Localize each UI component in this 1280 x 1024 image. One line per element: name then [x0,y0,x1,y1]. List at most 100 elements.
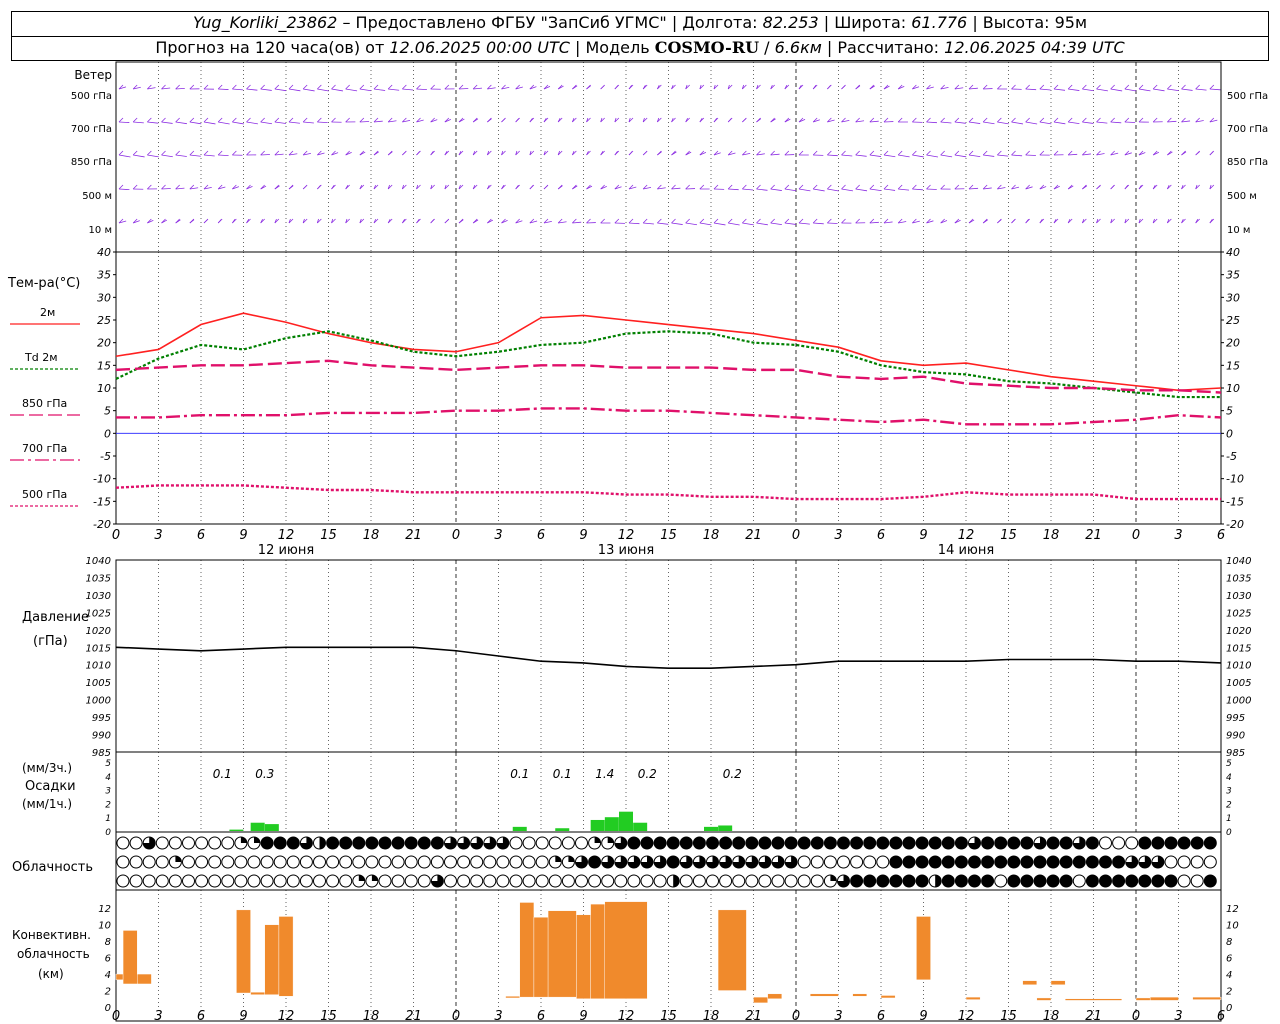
wind-barb-feather [657,150,662,156]
hour-tick: 0 [112,528,120,543]
conv-bar [1064,998,1123,1001]
hour-tick: 18 [363,528,380,543]
conv-bar [965,996,981,1000]
wind-barb-feather [756,184,761,190]
temp-title: Тем-ра(°C) [7,276,80,291]
cloud-cell [994,855,1008,869]
cloud-cell [968,874,981,888]
cloud-cell [692,836,706,850]
wind-barb-feather [671,218,676,224]
cloud-cell [850,874,864,888]
wind-barb-feather [756,117,761,123]
hour-tick-bottom: 3 [1174,1009,1182,1024]
cloud-cell [339,855,353,869]
cloud-cell [810,836,824,850]
wind-barb-feather [1096,117,1101,123]
cloud-cell [706,836,719,850]
wind-barb [997,154,1009,157]
wind-barb [1082,88,1094,92]
temp-tick-left: 25 [97,314,111,327]
temp-tick-right: -20 [1226,518,1244,531]
precip-bar [229,829,244,831]
conv-tick-left: 2 [105,987,111,998]
cloud-cell [299,855,313,869]
temp-series-0 [115,312,1222,392]
cloud-cell [1007,836,1021,850]
cloud-cell [588,855,602,869]
wind-barb [855,154,867,157]
hour-tick: 15 [320,528,337,543]
cloud-cell [509,836,523,850]
wind-barb-feather [317,117,322,123]
cloud-cell [142,874,156,888]
wind-barb [1096,88,1108,92]
wind-barb-feather [1039,117,1045,123]
precip-bar [619,811,633,831]
cloud-cell [470,874,484,888]
cloud-cell [601,874,615,888]
cloud-cell [155,855,169,869]
pres-tick-left: 1000 [86,696,111,707]
precip-label: 0.2 [723,767,742,781]
hour-tick: 3 [154,528,162,543]
wind-barb [1082,121,1094,124]
wind-barb-feather [288,84,294,90]
cloud-cell [1059,855,1073,869]
wind-barb-feather [1096,84,1101,90]
cloud-cell [168,874,182,888]
wind-barb-feather [515,184,520,190]
wind-barb [742,222,754,226]
wind-barb [1053,88,1066,91]
cloud-cell-fill [358,875,365,881]
hour-tick-bottom: 18 [703,1009,720,1024]
cloud-cell [260,874,274,888]
cloud-cell [142,855,156,869]
cloud-cell-fill [240,837,247,843]
cloud-cell [391,836,405,850]
hour-tick: 3 [834,528,842,543]
wind-barb-feather [246,150,251,156]
cloud-cell [666,855,680,869]
wind-barb-feather [827,150,832,156]
wind-barb-feather [1039,84,1045,90]
wind-barb-feather [1110,184,1115,190]
wind-barb [671,187,681,190]
cloud-cell [981,855,995,869]
cloud-cell [994,874,1008,888]
wind-barb-feather [331,84,336,90]
cloud-cell [1033,855,1047,869]
cloud-cell [457,855,471,869]
hour-tick: 0 [1132,528,1140,543]
wind-barb [940,154,953,158]
wind-barb-feather [175,117,180,123]
precip-tick-left: 5 [105,759,111,769]
wind-barb-feather [926,117,931,123]
cloud-cell [941,874,955,888]
wind-barb-feather [1124,117,1130,123]
pres-tick-left: 1005 [86,678,111,689]
cloud-cell [928,855,942,869]
temp-tick-left: 5 [104,405,111,418]
cloud-cell [941,836,955,850]
wind-barb-feather [912,150,917,156]
cloud-cell [1203,855,1217,869]
wind-barb [926,154,939,158]
wind-barb-feather [685,184,690,190]
conv-bar [1050,980,1066,985]
wind-barb-feather [827,218,832,224]
cloud-cell [588,874,602,888]
wind-barb [1025,121,1038,125]
wind-barb [827,188,839,192]
cloud-cell [889,855,903,869]
cloud-cell [182,855,195,869]
hour-tick: 6 [537,528,545,543]
wind-level-label: 850 гПа [71,157,112,168]
temp-tick-right: 35 [1226,269,1240,282]
conv-bar [505,996,520,999]
cloud-cell [1033,874,1047,888]
wind-barb-feather [812,184,818,190]
wind-barb-feather [954,150,960,156]
wind-barb-feather [685,218,690,224]
hour-tick: 12 [618,528,635,543]
wind-barb-feather [515,117,520,123]
